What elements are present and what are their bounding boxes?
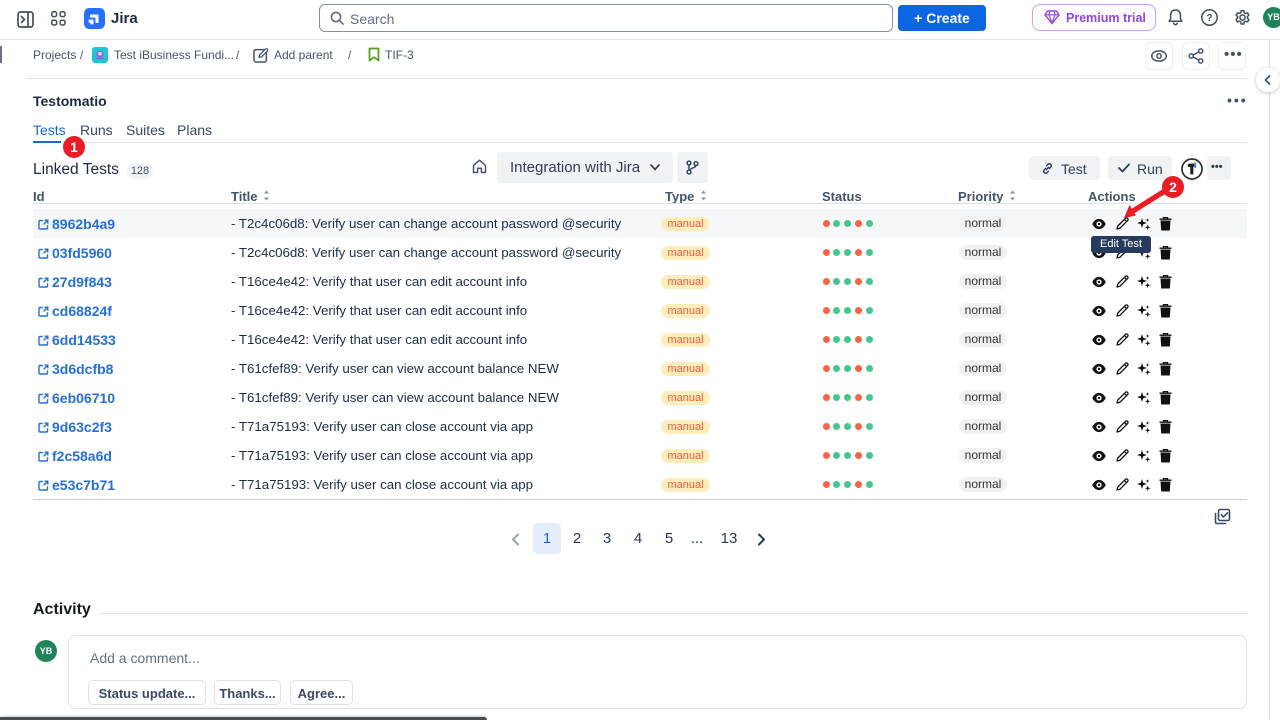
svg-text:?: ? xyxy=(1206,13,1212,24)
